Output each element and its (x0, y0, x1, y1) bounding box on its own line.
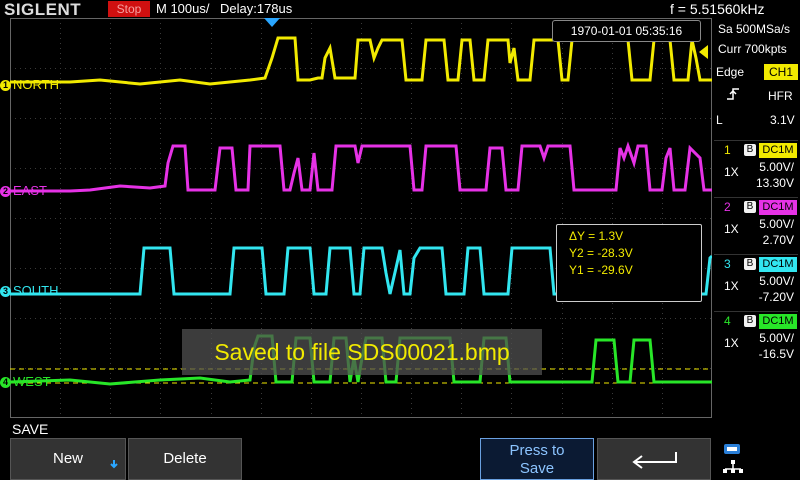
new-button-label: New (52, 450, 83, 467)
ch2-vdiv: 5.00V/ (759, 217, 794, 231)
press-to-save-button[interactable]: Press to Save (480, 438, 594, 480)
delete-button[interactable]: Delete (128, 438, 242, 480)
ch3-label[interactable]: 3 SOUTH (0, 284, 59, 298)
press-to-save-label-line2: Save (519, 460, 555, 477)
down-arrow-icon (110, 460, 118, 469)
ch2-marker: 2 (0, 186, 11, 198)
frequency-readout: f = 5.51560kHz (670, 1, 765, 17)
ch2-offset: 2.70V (762, 233, 794, 247)
ch1-offset: 13.30V (755, 176, 794, 190)
ch2-coupling: DC1M (759, 200, 797, 215)
ch1-label[interactable]: 1 NORTH (0, 78, 59, 92)
return-arrow-icon (632, 452, 677, 469)
trigger-source: CH1 (764, 64, 798, 80)
ch3-coupling: DC1M (759, 257, 797, 272)
ch2-name: EAST (13, 183, 47, 198)
ch4-panel-header: 4 B DC1M (714, 314, 798, 330)
ch3-vdiv: 5.00V/ (759, 274, 794, 288)
ch2-panel-num: 2 (724, 200, 731, 214)
cursor-readout: ΔY = 1.3V Y2 = -28.3V Y1 = -29.6V (556, 224, 702, 302)
trigger-position-marker[interactable] (264, 18, 280, 27)
ch1-settings-panel[interactable]: 1 B DC1M 1X 5.00V/ 13.30V (714, 140, 798, 201)
ch4-settings-panel[interactable]: 4 B DC1M 1X 5.00V/ -16.5V (714, 311, 798, 372)
ch2-bw-limit: B (744, 201, 756, 213)
ch3-settings-panel[interactable]: 3 B DC1M 1X 5.00V/ -7.20V (714, 254, 798, 315)
new-button[interactable]: New (10, 438, 126, 480)
ch4-name: WEST (13, 374, 51, 389)
ch2-settings-panel[interactable]: 2 B DC1M 1X 5.00V/ 2.70V (714, 197, 798, 258)
ch4-marker: 4 (0, 377, 11, 389)
ch1-name: NORTH (13, 77, 59, 92)
trigger-level-label: L (716, 113, 723, 127)
memory-depth: Curr 700kpts (718, 42, 787, 56)
cursor-y1: Y1 = -29.6V (569, 263, 633, 277)
run-stop-badge[interactable]: Stop (108, 1, 150, 17)
ch3-offset: -7.20V (758, 290, 794, 304)
ch3-bw-limit: B (744, 258, 756, 270)
delete-button-label: Delete (163, 450, 207, 467)
ch1-probe: 1X (724, 165, 739, 179)
ch3-marker: 3 (0, 286, 11, 298)
ch4-offset: -16.5V (758, 347, 794, 361)
trigger-level: 3.1V (770, 113, 795, 127)
brand-logo: SIGLENT (4, 0, 82, 19)
ch4-probe: 1X (724, 336, 739, 350)
ch4-vdiv: 5.00V/ (759, 331, 794, 345)
ch1-marker: 1 (0, 80, 11, 92)
ch1-coupling: DC1M (759, 143, 797, 158)
rising-edge-icon (727, 88, 739, 100)
ch4-bw-limit: B (744, 315, 756, 327)
timebase-readout: M 100us/ (156, 1, 210, 16)
ch3-probe: 1X (724, 279, 739, 293)
timestamp: 1970-01-01 05:35:16 (552, 20, 701, 42)
ch4-panel-num: 4 (724, 314, 731, 328)
trigger-level-marker[interactable] (699, 45, 708, 59)
trigger-coupling: HFR (768, 89, 793, 103)
network-icon[interactable] (722, 442, 744, 476)
ch2-panel-header: 2 B DC1M (714, 200, 798, 216)
ch2-label[interactable]: 2 EAST (0, 184, 47, 198)
trigger-panel[interactable]: Edge CH1 HFR L 3.1V (714, 61, 798, 137)
ch1-panel-num: 1 (724, 143, 731, 157)
delay-readout: Delay:178us (220, 1, 293, 16)
ch3-panel-num: 3 (724, 257, 731, 271)
ch4-coupling: DC1M (759, 314, 797, 329)
back-button[interactable] (597, 438, 711, 480)
saved-message: Saved to file SDS00021.bmp (182, 329, 542, 375)
cursor-y2: Y2 = -28.3V (569, 246, 633, 260)
ch3-name: SOUTH (13, 283, 59, 298)
ch2-probe: 1X (724, 222, 739, 236)
ch4-label[interactable]: 4 WEST (0, 375, 51, 389)
menu-title: SAVE (12, 421, 49, 437)
press-to-save-label-line1: Press to (509, 442, 565, 459)
ch1-bw-limit: B (744, 144, 756, 156)
ch3-panel-header: 3 B DC1M (714, 257, 798, 273)
sample-rate: Sa 500MSa/s (718, 22, 791, 36)
trigger-type: Edge (716, 65, 745, 79)
cursor-delta-y: ΔY = 1.3V (569, 229, 624, 243)
ch1-panel-header: 1 B DC1M (714, 143, 798, 159)
ch1-vdiv: 5.00V/ (759, 160, 794, 174)
